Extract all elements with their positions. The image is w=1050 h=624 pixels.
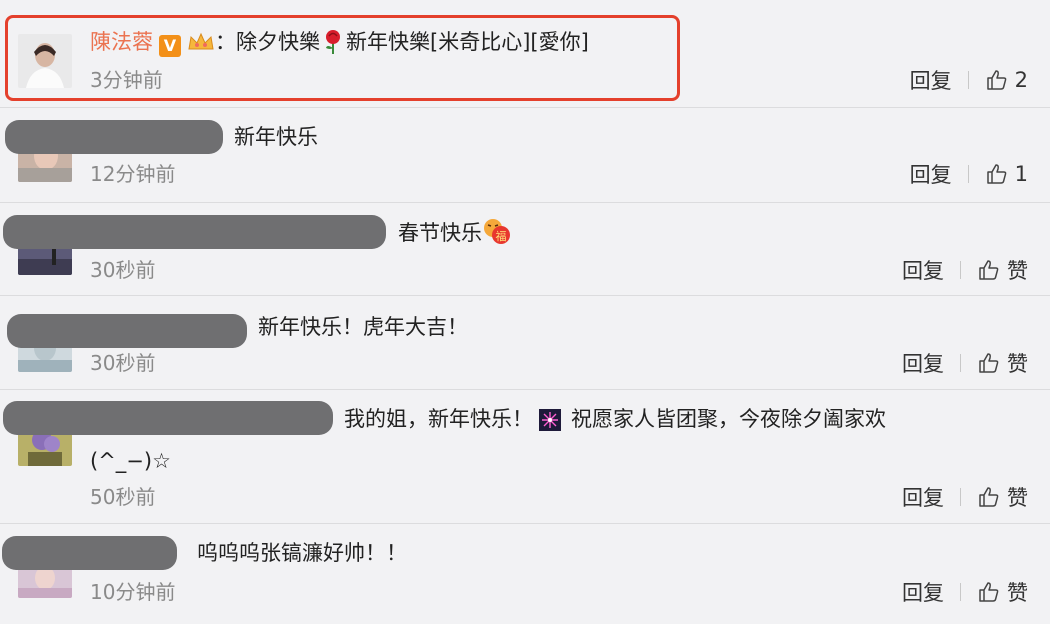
divider [967,165,969,183]
like-button[interactable]: 1 [985,162,1028,186]
like-button[interactable]: 赞 [977,255,1028,285]
reply-button[interactable]: 回复 [902,482,944,512]
divider [960,354,961,372]
tiger-fu-icon: 福 [482,217,512,253]
comment-text-continued: (^_−)☆ [90,449,171,473]
thumbs-up-icon [979,582,999,602]
comment-text: 新年快乐！虎年大吉！ [258,315,468,339]
timestamp: 12分钟前 [90,162,176,186]
thumbs-up-icon [986,164,1006,184]
redacted-username [3,215,386,249]
like-count: 1 [1014,162,1028,186]
timestamp: 50秒前 [90,485,156,509]
like-button[interactable]: 赞 [977,577,1028,607]
comment-text: 我的姐，新年快乐！ 祝愿家人皆团聚，今夜除夕阖家欢 [344,404,886,439]
comment-actions: 回复 赞 [902,256,1028,284]
reply-button[interactable]: 回复 [910,159,952,189]
comment-3: 春节快乐福 30秒前 回复 赞 [0,203,1050,296]
thumbs-up-icon [979,487,999,507]
like-button[interactable]: 赞 [977,482,1028,512]
redacted-username [7,314,247,348]
timestamp: 30秒前 [90,351,156,375]
reply-button[interactable]: 回复 [910,65,952,95]
like-count: 2 [1014,68,1028,92]
like-label: 赞 [1007,259,1028,283]
thumbs-up-icon [979,260,999,280]
thumbs-up-icon [986,70,1006,90]
comment-text-part-1: 春节快乐 [398,221,482,245]
comment-text: 新年快乐 [234,125,318,149]
redacted-username [5,120,223,154]
comment-4: 新年快乐！虎年大吉！ 30秒前 回复 赞 [0,296,1050,390]
like-label: 赞 [1007,581,1028,605]
thumbs-up-icon [979,353,999,373]
svg-text:福: 福 [496,229,507,243]
comment-6: 呜呜呜张镐濂好帅！！ 10分钟前 回复 赞 [0,524,1050,624]
comment-2: 新年快乐 12分钟前 回复 1 [0,108,1050,203]
comment-actions: 回复 赞 [902,483,1028,511]
reply-button[interactable]: 回复 [902,255,944,285]
comment-actions: 回复 赞 [902,349,1028,377]
comment-text-part-2: 祝愿家人皆团聚，今夜除夕阖家欢 [571,407,886,431]
reply-button[interactable]: 回复 [902,348,944,378]
reply-button[interactable]: 回复 [902,577,944,607]
redacted-username [2,536,177,570]
comment-5: 我的姐，新年快乐！ 祝愿家人皆团聚，今夜除夕阖家欢 (^_−)☆ 50秒前 回复 … [0,390,1050,524]
comment-text: 春节快乐福 [398,217,512,253]
comment-text-part-1: 我的姐，新年快乐！ [344,407,533,431]
divider [960,583,961,601]
divider [960,261,961,279]
comment-actions: 回复 赞 [902,578,1028,606]
timestamp: 30秒前 [90,258,156,282]
like-button[interactable]: 2 [985,68,1028,92]
redacted-username [3,401,333,435]
comment-text: 呜呜呜张镐濂好帅！！ [197,541,407,565]
like-label: 赞 [1007,486,1028,510]
divider [967,71,969,89]
timestamp: 10分钟前 [90,580,176,604]
comment-actions: 回复 2 [910,66,1028,94]
divider [960,488,961,506]
comment-actions: 回复 1 [910,160,1028,188]
like-button[interactable]: 赞 [977,348,1028,378]
fireworks-icon [539,409,561,439]
highlight-box [5,15,680,101]
like-label: 赞 [1007,352,1028,376]
